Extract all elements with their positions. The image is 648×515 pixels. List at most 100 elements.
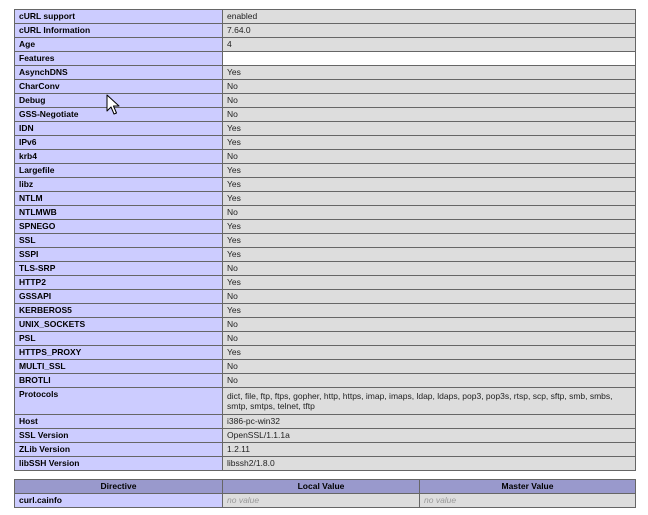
- row-label: KERBEROS5: [14, 303, 223, 318]
- table-row: SSPI Yes: [14, 247, 636, 262]
- row-value: Yes: [222, 219, 636, 234]
- row-label: TLS-SRP: [14, 261, 223, 276]
- row-value: OpenSSL/1.1.1a: [222, 428, 636, 443]
- table-row: Host i386-pc-win32: [14, 414, 636, 429]
- row-value: No: [222, 359, 636, 374]
- row-label: MULTI_SSL: [14, 359, 223, 374]
- table-row: Protocols dict, file, ftp, ftps, gopher, …: [14, 387, 636, 415]
- row-label: Largefile: [14, 163, 223, 178]
- row-label: HTTP2: [14, 275, 223, 290]
- row-value: [222, 51, 636, 66]
- table-row: Features: [14, 51, 636, 66]
- row-value: Yes: [222, 65, 636, 80]
- row-value: Yes: [222, 233, 636, 248]
- table-row: krb4 No: [14, 149, 636, 164]
- row-value: Yes: [222, 345, 636, 360]
- row-value: Yes: [222, 177, 636, 192]
- row-label: Features: [14, 51, 223, 66]
- table-header-row: Directive Local Value Master Value: [14, 479, 636, 494]
- row-label: ZLib Version: [14, 442, 223, 457]
- row-value: No: [222, 373, 636, 388]
- row-value: No: [222, 261, 636, 276]
- table-row: SSL Version OpenSSL/1.1.1a: [14, 428, 636, 443]
- row-label: AsynchDNS: [14, 65, 223, 80]
- row-label: libz: [14, 177, 223, 192]
- row-value: Yes: [222, 303, 636, 318]
- row-value: No: [222, 79, 636, 94]
- row-value: libssh2/1.8.0: [222, 456, 636, 471]
- row-label: libSSH Version: [14, 456, 223, 471]
- table-row: HTTPS_PROXY Yes: [14, 345, 636, 360]
- table-row: SSL Yes: [14, 233, 636, 248]
- row-value: No: [222, 289, 636, 304]
- row-label: SPNEGO: [14, 219, 223, 234]
- row-value: enabled: [222, 9, 636, 24]
- directive-name: curl.cainfo: [14, 493, 223, 508]
- row-label: SSPI: [14, 247, 223, 262]
- row-value: Yes: [222, 247, 636, 262]
- table-row: TLS-SRP No: [14, 261, 636, 276]
- table-row: KERBEROS5 Yes: [14, 303, 636, 318]
- mouse-pointer-icon: [106, 94, 120, 115]
- master-value: no value: [419, 493, 636, 508]
- row-value: Yes: [222, 191, 636, 206]
- row-label: IPv6: [14, 135, 223, 150]
- table-row: IPv6 Yes: [14, 135, 636, 150]
- table-row: CharConv No: [14, 79, 636, 94]
- curl-info-table: cURL support enabled cURL Information 7.64…: [14, 9, 636, 471]
- row-label: CharConv: [14, 79, 223, 94]
- row-label: cURL Information: [14, 23, 223, 38]
- table-row: curl.cainfo no value no value: [14, 493, 636, 508]
- row-value: Yes: [222, 275, 636, 290]
- table-row: HTTP2 Yes: [14, 275, 636, 290]
- row-label: UNIX_SOCKETS: [14, 317, 223, 332]
- row-label: NTLMWB: [14, 205, 223, 220]
- table-row: libz Yes: [14, 177, 636, 192]
- table-row: MULTI_SSL No: [14, 359, 636, 374]
- row-label: BROTLI: [14, 373, 223, 388]
- row-value: No: [222, 149, 636, 164]
- row-value: No: [222, 93, 636, 108]
- table-row: IDN Yes: [14, 121, 636, 136]
- table-row: cURL Information 7.64.0: [14, 23, 636, 38]
- row-label: Age: [14, 37, 223, 52]
- directive-table: Directive Local Value Master Value curl.…: [14, 479, 636, 508]
- row-label: SSL Version: [14, 428, 223, 443]
- row-value: 4: [222, 37, 636, 52]
- row-label: NTLM: [14, 191, 223, 206]
- row-value: Yes: [222, 163, 636, 178]
- table-row: NTLM Yes: [14, 191, 636, 206]
- row-value: 7.64.0: [222, 23, 636, 38]
- directive-header: Directive: [14, 479, 223, 494]
- table-row: ZLib Version 1.2.11: [14, 442, 636, 457]
- row-value: 1.2.11: [222, 442, 636, 457]
- table-row: PSL No: [14, 331, 636, 346]
- table-row: NTLMWB No: [14, 205, 636, 220]
- table-row: UNIX_SOCKETS No: [14, 317, 636, 332]
- table-row: AsynchDNS Yes: [14, 65, 636, 80]
- row-value: i386-pc-win32: [222, 414, 636, 429]
- row-value: Yes: [222, 121, 636, 136]
- row-value: No: [222, 107, 636, 122]
- row-label: SSL: [14, 233, 223, 248]
- table-row: Largefile Yes: [14, 163, 636, 178]
- row-label: GSSAPI: [14, 289, 223, 304]
- table-row: BROTLI No: [14, 373, 636, 388]
- local-value: no value: [222, 493, 420, 508]
- row-value: Yes: [222, 135, 636, 150]
- master-value-header: Master Value: [419, 479, 636, 494]
- table-row: Age 4: [14, 37, 636, 52]
- row-label: PSL: [14, 331, 223, 346]
- row-value: No: [222, 331, 636, 346]
- row-label: Host: [14, 414, 223, 429]
- local-value-header: Local Value: [222, 479, 420, 494]
- row-value: No: [222, 317, 636, 332]
- row-label: cURL support: [14, 9, 223, 24]
- table-row: cURL support enabled: [14, 9, 636, 24]
- table-row: SPNEGO Yes: [14, 219, 636, 234]
- row-label: IDN: [14, 121, 223, 136]
- row-label: krb4: [14, 149, 223, 164]
- row-value: dict, file, ftp, ftps, gopher, http, htt…: [222, 387, 636, 415]
- row-label: Protocols: [14, 387, 223, 415]
- row-label: HTTPS_PROXY: [14, 345, 223, 360]
